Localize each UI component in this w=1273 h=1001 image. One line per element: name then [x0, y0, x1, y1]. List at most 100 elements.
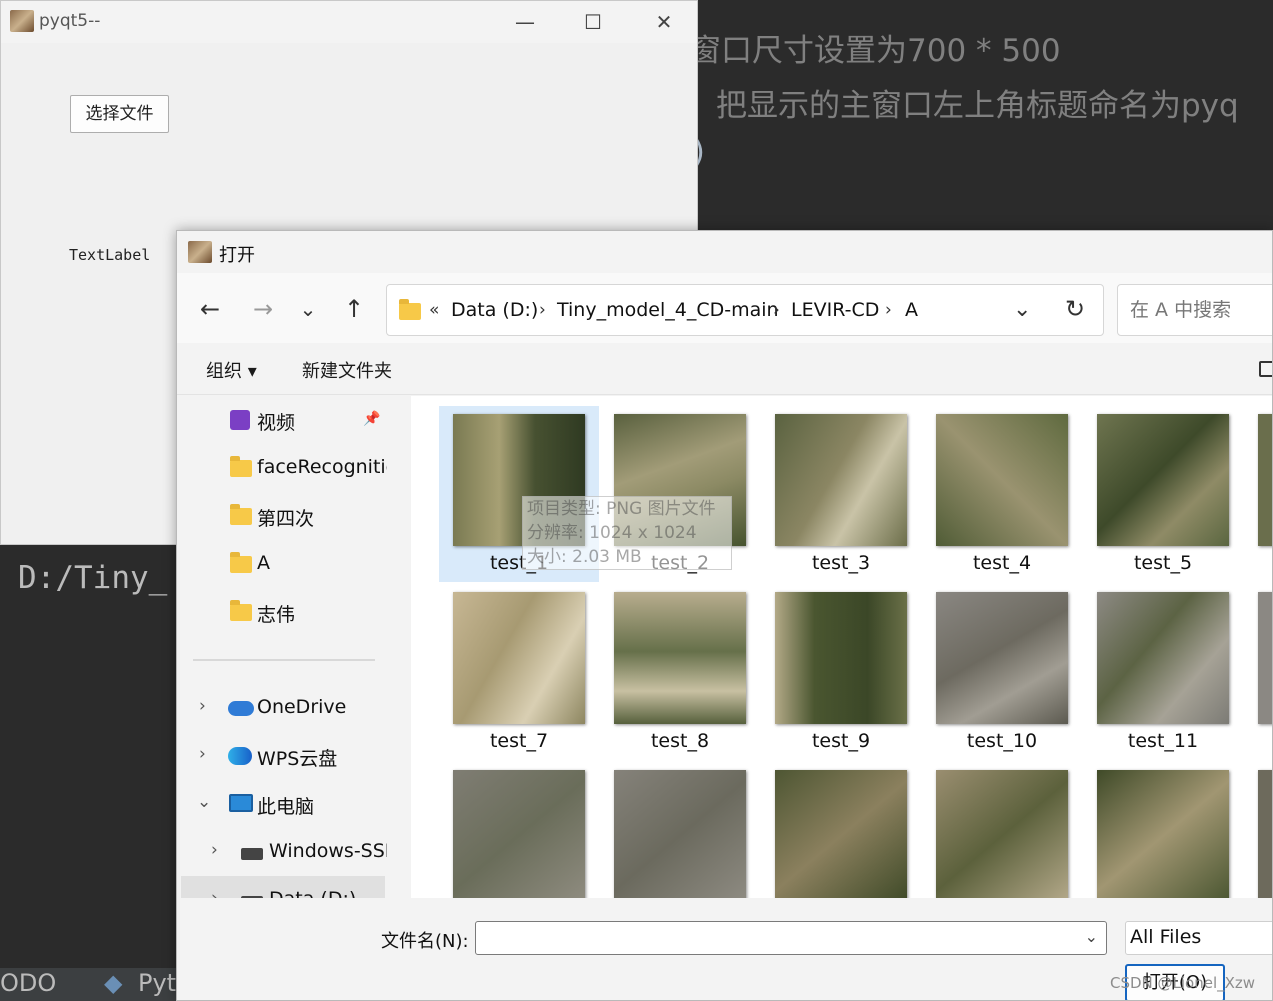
- sidebar-item-fourth[interactable]: 第四次: [177, 492, 387, 538]
- python-icon: ◆: [104, 969, 123, 997]
- minimize-icon[interactable]: —: [511, 9, 539, 35]
- organize-menu[interactable]: 组织 ▾: [206, 357, 257, 383]
- tooltip-type: 项目类型: PNG 图片文件: [527, 499, 716, 519]
- file-tile-test-11[interactable]: test_11: [1083, 584, 1243, 760]
- sidebar-item-windows-ssd[interactable]: › Windows-SSD: [177, 828, 387, 874]
- file-name: test_7: [489, 730, 549, 752]
- breadcrumb-levir-cd[interactable]: LEVIR-CD: [791, 299, 879, 321]
- folder-icon: [230, 600, 252, 621]
- file-tile-test-3[interactable]: test_3: [761, 406, 921, 582]
- image-thumbnail: [1258, 592, 1272, 724]
- close-icon[interactable]: ✕: [650, 9, 678, 35]
- file-tile-test-7[interactable]: test_7: [439, 584, 599, 760]
- sidebar-item-facerecognition[interactable]: faceRecognitio: [177, 444, 387, 490]
- new-folder-button[interactable]: 新建文件夹: [302, 357, 392, 383]
- forward-arrow-icon[interactable]: →: [246, 293, 280, 325]
- address-dropdown-icon[interactable]: ⌄: [1013, 297, 1031, 322]
- breadcrumb-tiny-model[interactable]: Tiny_model_4_CD-main: [557, 299, 779, 321]
- filename-input[interactable]: ⌄: [475, 921, 1107, 955]
- sidebar-item-onedrive[interactable]: › OneDrive: [177, 684, 387, 730]
- file-tile-partial[interactable]: [1244, 762, 1272, 898]
- file-type-select[interactable]: All Files: [1125, 921, 1272, 955]
- file-tile-partial[interactable]: [1244, 406, 1272, 582]
- image-thumbnail: [775, 414, 907, 546]
- filename-label: 文件名(N):: [381, 931, 469, 952]
- python-console-tab[interactable]: Pyt: [138, 969, 176, 997]
- sidebar-item-videos[interactable]: 视频 📌: [177, 396, 387, 442]
- sidebar-item-label: faceRecognitio: [257, 456, 387, 478]
- refresh-icon[interactable]: ↻: [1065, 295, 1085, 323]
- file-name: test_10: [966, 730, 1038, 752]
- file-name: test_8: [650, 730, 710, 752]
- app-icon: [10, 10, 34, 32]
- sidebar-item-label: 志伟: [257, 604, 296, 626]
- recent-locations-icon[interactable]: ⌄: [291, 293, 325, 325]
- sidebar-item-wps-cloud[interactable]: › WPS云盘: [177, 732, 387, 778]
- sidebar-item-zhiwei[interactable]: 志伟: [177, 588, 387, 634]
- onedrive-cloud-icon: [228, 701, 254, 716]
- file-name: test_4: [972, 552, 1032, 574]
- image-thumbnail: [1097, 592, 1229, 724]
- dialog-titlebar[interactable]: 打开: [177, 231, 1272, 273]
- file-tile-test-8[interactable]: test_8: [600, 584, 760, 760]
- expand-chevron-icon[interactable]: ›: [211, 840, 218, 860]
- expand-chevron-icon[interactable]: ›: [199, 696, 206, 716]
- file-tile-row3-3[interactable]: [761, 762, 921, 898]
- search-box[interactable]: [1117, 284, 1272, 336]
- image-thumbnail: [936, 414, 1068, 546]
- file-tile-test-5[interactable]: test_5: [1083, 406, 1243, 582]
- sidebar-item-this-pc[interactable]: ⌄ 此电脑: [177, 780, 387, 826]
- image-thumbnail: [1097, 770, 1229, 898]
- up-arrow-icon[interactable]: ↑: [337, 293, 371, 325]
- collapse-chevron-icon[interactable]: ⌄: [197, 792, 211, 812]
- sidebar-item-data-d[interactable]: › Data (D:): [181, 876, 385, 898]
- file-tile-row3-5[interactable]: [1083, 762, 1243, 898]
- details-pane-icon[interactable]: [1259, 361, 1272, 377]
- image-thumbnail: [775, 592, 907, 724]
- back-arrow-icon[interactable]: ←: [193, 293, 227, 325]
- file-tile-test-10[interactable]: test_10: [922, 584, 1082, 760]
- maximize-icon[interactable]: ☐: [579, 9, 607, 35]
- breadcrumb-separator-icon: ›: [539, 300, 546, 320]
- overflow-chevron-icon[interactable]: «: [429, 300, 439, 320]
- sidebar-item-label: A: [257, 552, 270, 574]
- address-bar[interactable]: « Data (D:) › Tiny_model_4_CD-main › LEV…: [386, 284, 1104, 336]
- expand-chevron-icon[interactable]: ›: [211, 888, 218, 898]
- pyqt-titlebar[interactable]: pyqt5-- — ☐ ✕: [1, 1, 697, 43]
- expand-chevron-icon[interactable]: ›: [199, 744, 206, 764]
- window-title: pyqt5--: [39, 11, 101, 31]
- file-tile-test-9[interactable]: test_9: [761, 584, 921, 760]
- image-thumbnail: [1258, 770, 1272, 898]
- sidebar-item-label: WPS云盘: [257, 748, 338, 770]
- chevron-down-icon[interactable]: ⌄: [1085, 927, 1098, 946]
- open-file-dialog: 打开 ← → ⌄ ↑ « Data (D:) › Tiny_model_4_CD…: [176, 230, 1273, 1001]
- dialog-title: 打开: [219, 245, 255, 266]
- breadcrumb-separator-icon: ›: [885, 300, 892, 320]
- image-thumbnail: [775, 770, 907, 898]
- folder-icon: [230, 504, 252, 525]
- image-thumbnail: [1258, 414, 1272, 546]
- search-input[interactable]: [1128, 297, 1272, 323]
- drive-icon: [241, 848, 263, 860]
- dialog-footer: 文件名(N): ⌄ All Files 打开(O): [177, 898, 1272, 1000]
- sidebar-item-label: 视频: [257, 412, 296, 434]
- sidebar-item-label: Windows-SSD: [269, 840, 387, 862]
- breadcrumb-a[interactable]: A: [905, 299, 918, 321]
- code-line-2: 把显示的主窗口左上角标题命名为pyq: [716, 88, 1239, 124]
- sidebar-item-label: OneDrive: [257, 696, 347, 718]
- file-tile-row3-2[interactable]: [600, 762, 760, 898]
- breadcrumb-data-d[interactable]: Data (D:): [451, 299, 538, 321]
- file-tile-row3-4[interactable]: [922, 762, 1082, 898]
- sidebar-item-a[interactable]: A: [177, 540, 387, 586]
- sidebar-item-label: Data (D:): [269, 888, 356, 898]
- code-line-1: 窗口尺寸设置为700 * 500: [690, 33, 1061, 69]
- ide-statusbar: ODO ◆ Pyt: [0, 968, 180, 1001]
- image-thumbnail: [936, 770, 1068, 898]
- file-tile-test-4[interactable]: test_4: [922, 406, 1082, 582]
- image-thumbnail: [936, 592, 1068, 724]
- select-file-button[interactable]: 选择文件: [70, 95, 169, 133]
- file-info-tooltip: 项目类型: PNG 图片文件 分辨率: 1024 x 1024 大小: 2.03…: [522, 496, 732, 570]
- todo-tab[interactable]: ODO: [0, 969, 56, 997]
- file-tile-partial[interactable]: [1244, 584, 1272, 760]
- file-tile-row3-1[interactable]: [439, 762, 599, 898]
